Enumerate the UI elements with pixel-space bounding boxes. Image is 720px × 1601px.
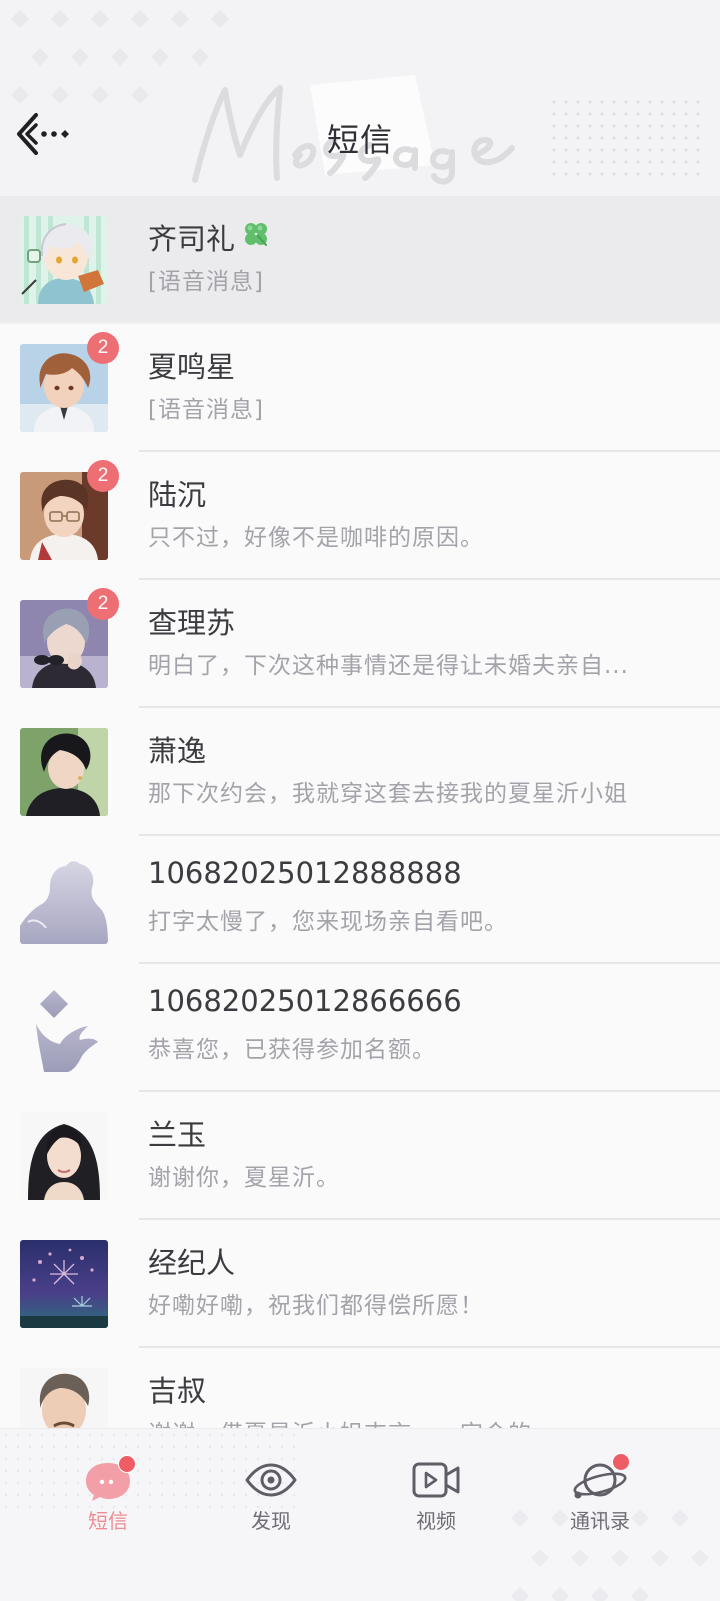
tab-label: 发现 <box>251 1509 291 1533</box>
notification-dot <box>118 1455 136 1473</box>
message-row[interactable]: 2 查理苏 明白了，下次这种事情还是得让未婚夫亲自... <box>0 580 720 708</box>
avatar-qisili <box>20 216 108 304</box>
clover-icon <box>241 219 271 256</box>
contact-name: 10682025012866666 <box>148 984 462 1018</box>
unread-badge: 2 <box>87 460 119 492</box>
default-contact-avatar <box>20 856 108 944</box>
message-row[interactable]: 10682025012866666 恭喜您，已获得参加名额。 <box>0 964 720 1092</box>
unread-badge: 2 <box>87 588 119 620</box>
unread-badge: 2 <box>87 332 119 364</box>
eye-icon <box>245 1463 297 1497</box>
message-row[interactable]: 经纪人 好嘞好嘞，祝我们都得偿所愿！ <box>0 1220 720 1348</box>
message-preview: 谢谢你，夏星沂。 <box>148 1165 340 1191</box>
contact-name: 萧逸 <box>148 734 207 768</box>
message-row[interactable]: 吉叔 谢谢，借夏星沂小姐吉言，一定会的。 <box>0 1348 720 1428</box>
avatar-lanyu <box>20 1112 108 1200</box>
message-row[interactable]: 2 陆沉 只不过，好像不是咖啡的原因。 <box>0 452 720 580</box>
video-icon <box>412 1462 460 1498</box>
tab-label: 视频 <box>416 1509 456 1533</box>
contact-name: 吉叔 <box>148 1374 207 1408</box>
contact-name: 夏鸣星 <box>148 350 236 384</box>
contact-name: 10682025012888888 <box>148 856 462 890</box>
tab-messages[interactable]: 短信 <box>48 1455 168 1537</box>
tab-video[interactable]: 视频 <box>376 1457 496 1537</box>
tab-label: 通讯录 <box>570 1509 630 1533</box>
message-preview: 打字太慢了，您来现场亲自看吧。 <box>148 909 508 935</box>
message-preview: 那下次约会，我就穿这套去接我的夏星沂小姐 <box>148 781 628 807</box>
notification-dot <box>612 1453 630 1471</box>
contact-name: 查理苏 <box>148 606 236 640</box>
message-list: 齐司礼 [语音消息] 2 夏鸣星 [语音消息] 2 陆沉 只不过，好像不是咖啡的… <box>0 196 720 1428</box>
message-preview: [语音消息] <box>148 397 264 423</box>
contact-name: 兰玉 <box>148 1118 207 1152</box>
tab-discover[interactable]: 发现 <box>211 1457 331 1537</box>
contact-name: 齐司礼 <box>148 216 271 258</box>
message-row[interactable]: 10682025012888888 打字太慢了，您来现场亲自看吧。 <box>0 836 720 964</box>
message-preview: [语音消息] <box>148 269 264 295</box>
bottom-tab-bar: 短信 发现 视频 通讯录 <box>0 1428 720 1601</box>
message-preview: 恭喜您，已获得参加名额。 <box>148 1037 436 1063</box>
message-row[interactable]: 萧逸 那下次约会，我就穿这套去接我的夏星沂小姐 <box>0 708 720 836</box>
avatar-agent <box>20 1240 108 1328</box>
message-row[interactable]: 齐司礼 [语音消息] <box>0 196 720 324</box>
message-preview: 谢谢，借夏星沂小姐吉言，一定会的。 <box>148 1414 688 1428</box>
page-title: 短信 <box>326 121 393 159</box>
message-preview: 明白了，下次这种事情还是得让未婚夫亲自... <box>148 653 629 679</box>
tab-contacts[interactable]: 通讯录 <box>540 1453 660 1537</box>
contact-name: 陆沉 <box>148 478 207 512</box>
avatar-xiaoyi <box>20 728 108 816</box>
message-row[interactable]: 兰玉 谢谢你，夏星沂。 <box>0 1092 720 1220</box>
message-preview: 只不过，好像不是咖啡的原因。 <box>148 525 484 551</box>
top-bar: 短信 <box>0 0 720 196</box>
system-contact-avatar <box>20 984 108 1072</box>
tab-label: 短信 <box>88 1509 128 1533</box>
message-row[interactable]: 2 夏鸣星 [语音消息] <box>0 324 720 452</box>
contact-name: 经纪人 <box>148 1246 236 1280</box>
message-preview: 好嘞好嘞，祝我们都得偿所愿！ <box>148 1293 484 1319</box>
avatar-jishu <box>20 1368 108 1428</box>
